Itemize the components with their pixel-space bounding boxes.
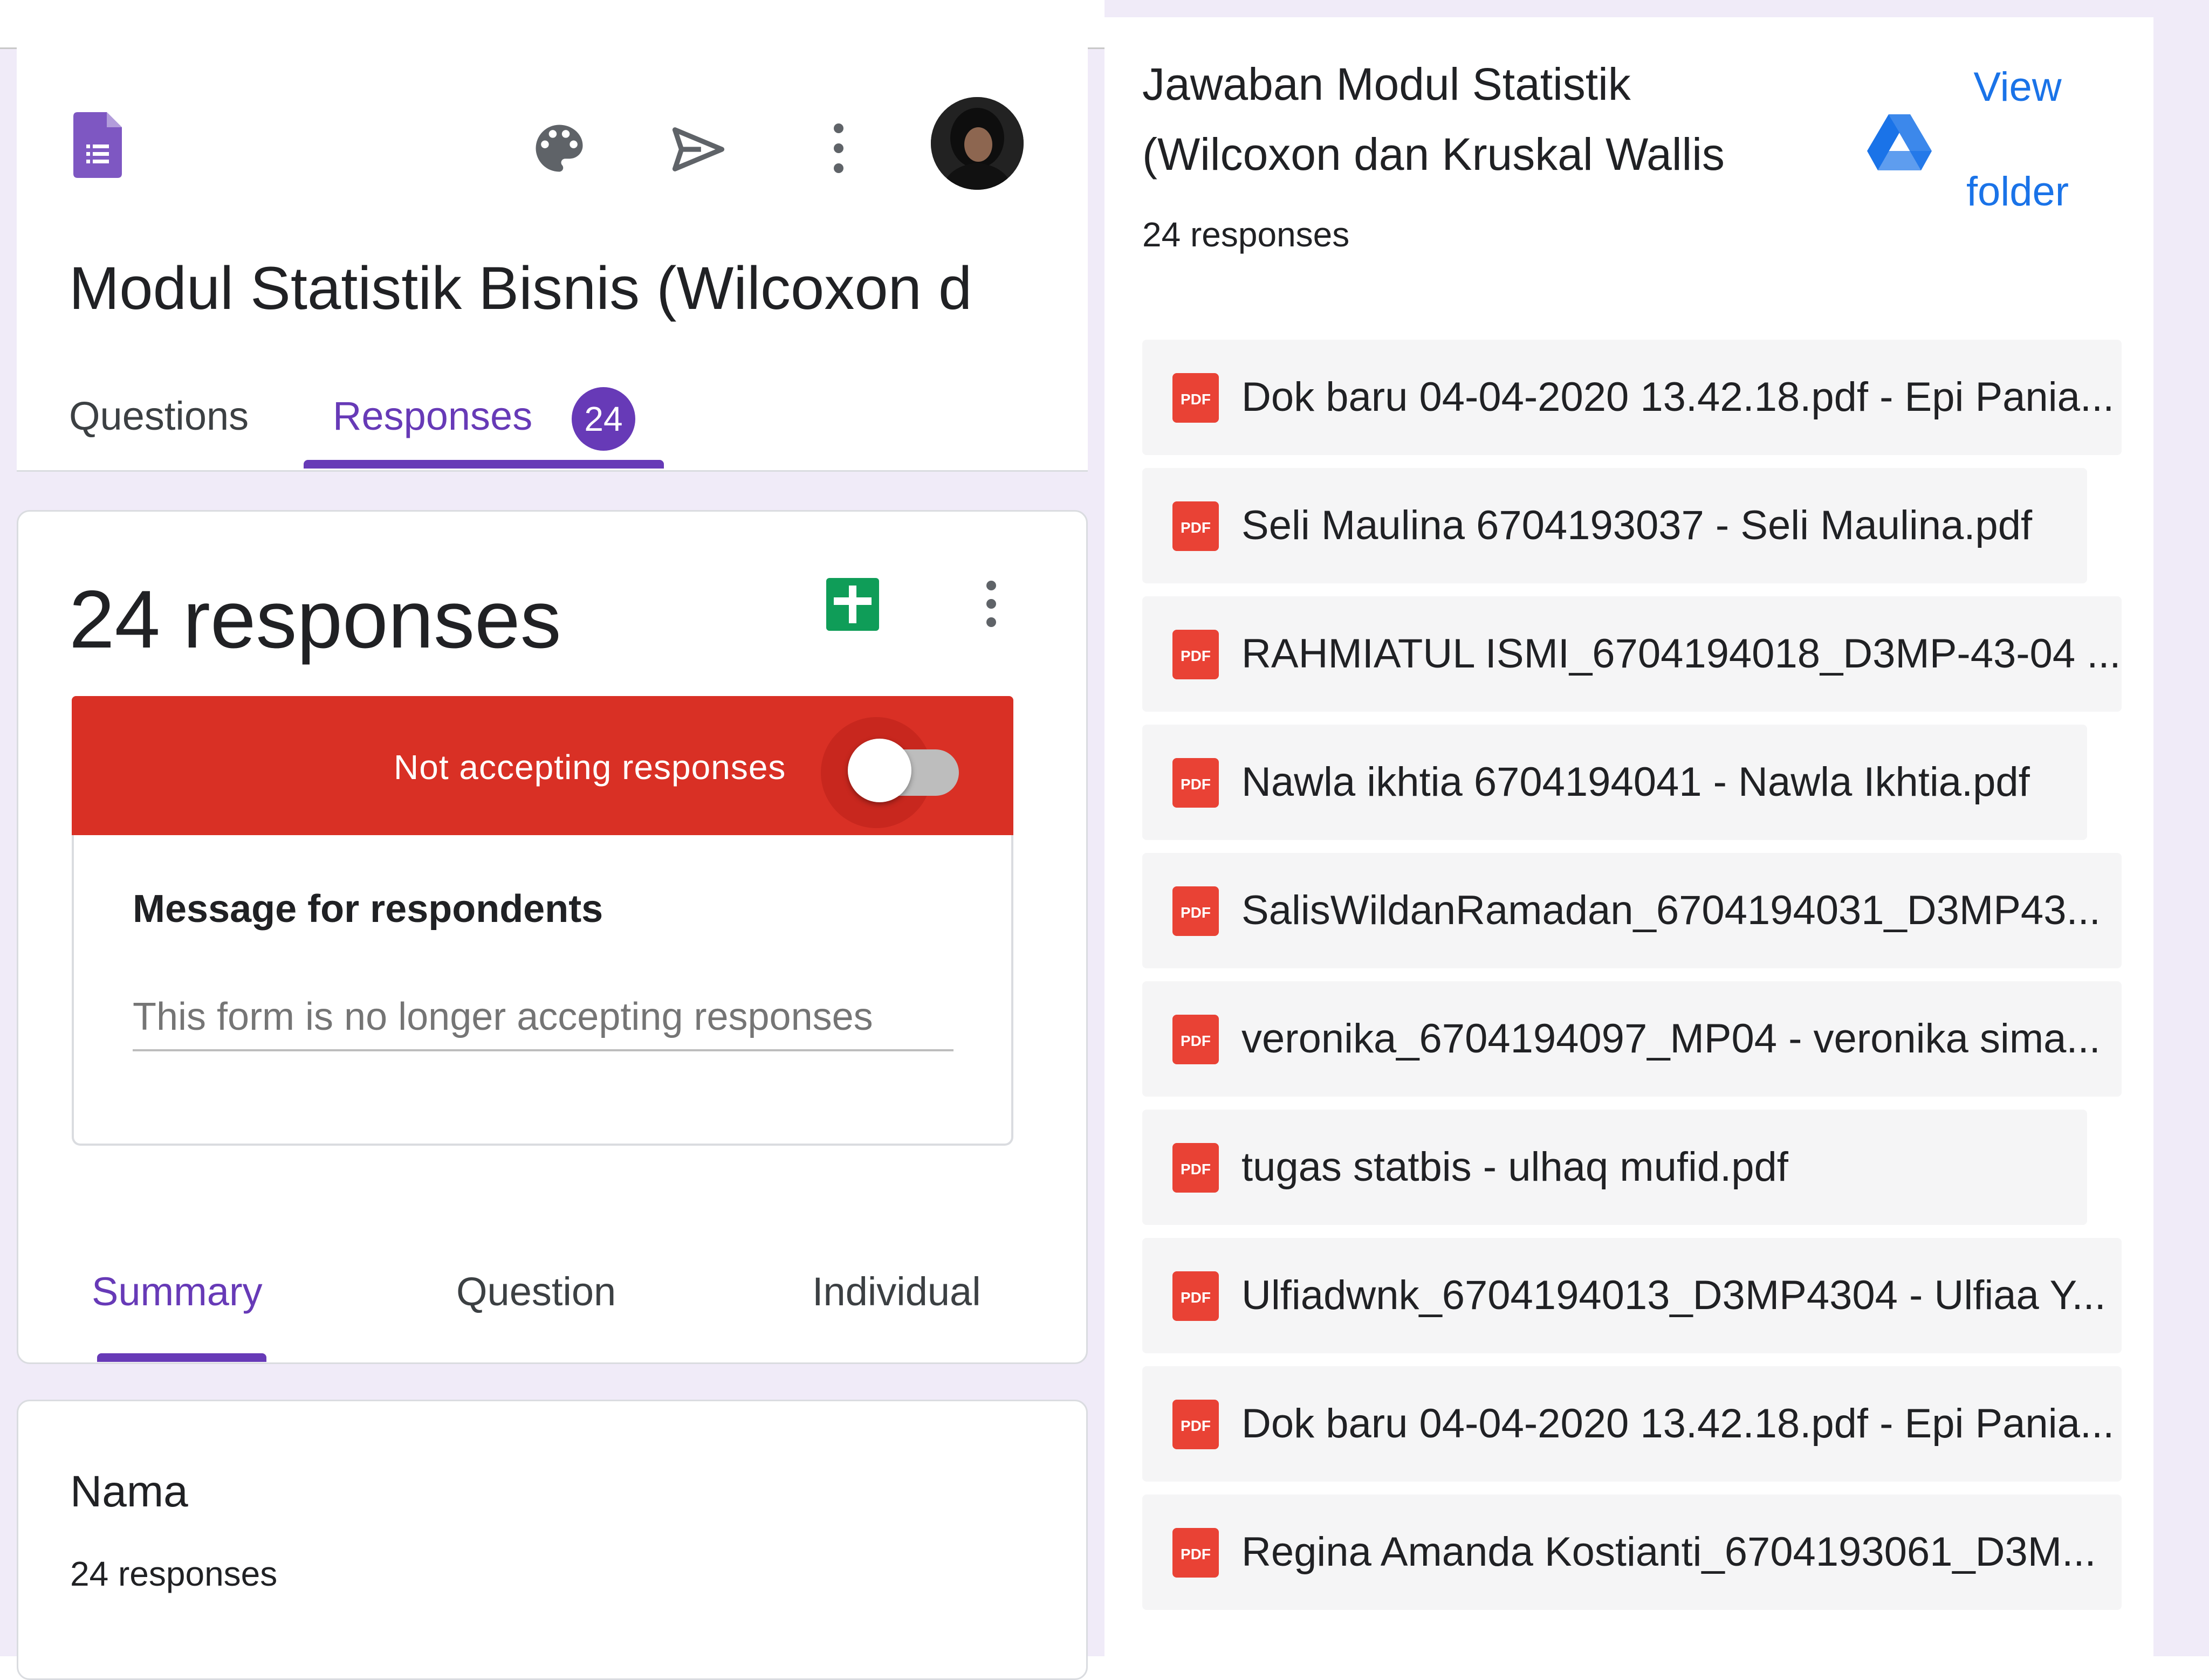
form-title[interactable]: Modul Statistik Bisnis (Wilcoxon d	[69, 248, 1029, 329]
svg-text:PDF: PDF	[1181, 1289, 1211, 1306]
svg-text:PDF: PDF	[1181, 776, 1211, 793]
pdf-icon: PDF	[1172, 373, 1219, 423]
file-item[interactable]: PDF Seli Maulina 6704193037 - Seli Mauli…	[1142, 468, 2087, 583]
pdf-icon: PDF	[1172, 501, 1219, 551]
folder-title-continued: (Wilcoxon dan Kruskal Wallis	[1142, 129, 1725, 180]
view-folder-link[interactable]: View	[1966, 60, 2069, 114]
file-item[interactable]: PDF Regina Amanda Kostianti_6704193061_D…	[1142, 1495, 2122, 1610]
palette-icon[interactable]	[524, 113, 594, 183]
file-item[interactable]: PDF RAHMIATUL ISMI_6704194018_D3MP-43-04…	[1142, 596, 2122, 712]
svg-text:PDF: PDF	[1181, 1161, 1211, 1178]
responses-count-heading: 24 responses	[69, 574, 561, 665]
file-item[interactable]: PDF tugas statbis - ulhaq mufid.pdf	[1142, 1110, 2087, 1225]
pdf-icon: PDF	[1172, 886, 1219, 936]
file-item[interactable]: PDF Ulfiadwnk_6704194013_D3MP4304 - Ulfi…	[1142, 1238, 2122, 1353]
svg-text:PDF: PDF	[1181, 904, 1211, 921]
svg-text:PDF: PDF	[1181, 1417, 1211, 1434]
file-name[interactable]: tugas statbis - ulhaq mufid.pdf	[1241, 1110, 1788, 1225]
file-item[interactable]: PDF Dok baru 04-04-2020 13.42.18.pdf - E…	[1142, 340, 2122, 455]
file-name[interactable]: Dok baru 04-04-2020 13.42.18.pdf - Epi P…	[1241, 1366, 2114, 1482]
drive-panel-top-strip	[1104, 0, 2153, 17]
file-name[interactable]: Regina Amanda Kostianti_6704193061_D3M..…	[1241, 1495, 2096, 1610]
file-item[interactable]: PDF Nawla ikhtia 6704194041 - Nawla Ikht…	[1142, 725, 2087, 840]
tab-summary[interactable]: Summary	[92, 1265, 263, 1319]
file-name[interactable]: SalisWildanRamadan_6704194031_D3MP43...	[1241, 853, 2101, 968]
file-item[interactable]: PDF Dok baru 04-04-2020 13.42.18.pdf - E…	[1142, 1366, 2122, 1482]
tab-questions[interactable]: Questions	[69, 389, 249, 443]
pdf-icon: PDF	[1172, 1143, 1219, 1193]
google-drive-icon[interactable]	[1867, 114, 1932, 170]
more-vert-icon[interactable]	[817, 111, 860, 186]
more-vert-icon[interactable]	[970, 572, 1013, 636]
send-icon[interactable]	[663, 114, 733, 184]
tab-responses[interactable]: Responses	[333, 389, 532, 443]
folder-response-count: 24 responses	[1142, 215, 1350, 254]
tab-question[interactable]: Question	[456, 1265, 616, 1319]
svg-text:PDF: PDF	[1181, 519, 1211, 536]
svg-text:PDF: PDF	[1181, 1546, 1211, 1562]
active-subtab-indicator	[97, 1353, 266, 1362]
tab-individual[interactable]: Individual	[812, 1265, 981, 1319]
view-folder-link-continued[interactable]: folder	[1957, 165, 2078, 219]
question-summary-card	[17, 1400, 1088, 1680]
file-name[interactable]: Nawla ikhtia 6704194041 - Nawla Ikhtia.p…	[1241, 725, 2030, 840]
file-name[interactable]: Dok baru 04-04-2020 13.42.18.pdf - Epi P…	[1241, 340, 2114, 455]
message-input[interactable]	[133, 984, 953, 1051]
question-response-count: 24 responses	[70, 1554, 278, 1593]
file-item[interactable]: PDF veronika_6704194097_MP04 - veronika …	[1142, 981, 2122, 1097]
not-accepting-label: Not accepting responses	[394, 748, 786, 787]
top-bar-strip	[0, 0, 1104, 49]
pdf-icon: PDF	[1172, 630, 1219, 679]
pdf-icon: PDF	[1172, 1400, 1219, 1449]
toggle-thumb[interactable]	[848, 739, 911, 802]
google-sheets-icon[interactable]	[826, 578, 879, 631]
message-title: Message for respondents	[133, 887, 603, 931]
folder-title: Jawaban Modul Statistik	[1142, 59, 1631, 109]
avatar[interactable]	[931, 97, 1024, 190]
pdf-icon: PDF	[1172, 1528, 1219, 1578]
pdf-icon: PDF	[1172, 758, 1219, 808]
question-title: Nama	[70, 1467, 188, 1516]
file-item[interactable]: PDF SalisWildanRamadan_6704194031_D3MP43…	[1142, 853, 2122, 968]
pdf-icon: PDF	[1172, 1271, 1219, 1321]
file-name[interactable]: Seli Maulina 6704193037 - Seli Maulina.p…	[1241, 468, 2032, 583]
svg-text:PDF: PDF	[1181, 1032, 1211, 1049]
responses-count-badge: 24	[572, 387, 635, 451]
drive-panel-edge	[2153, 0, 2209, 1656]
file-name[interactable]: Ulfiadwnk_6704194013_D3MP4304 - Ulfiaa Y…	[1241, 1238, 2106, 1353]
google-forms-icon[interactable]	[73, 112, 122, 178]
file-name[interactable]: RAHMIATUL ISMI_6704194018_D3MP-43-04 ...	[1241, 596, 2121, 712]
pdf-icon: PDF	[1172, 1015, 1219, 1064]
active-tab-indicator	[304, 460, 664, 469]
svg-text:PDF: PDF	[1181, 391, 1211, 408]
file-name[interactable]: veronika_6704194097_MP04 - veronika sima…	[1241, 981, 2101, 1097]
svg-text:PDF: PDF	[1181, 648, 1211, 664]
